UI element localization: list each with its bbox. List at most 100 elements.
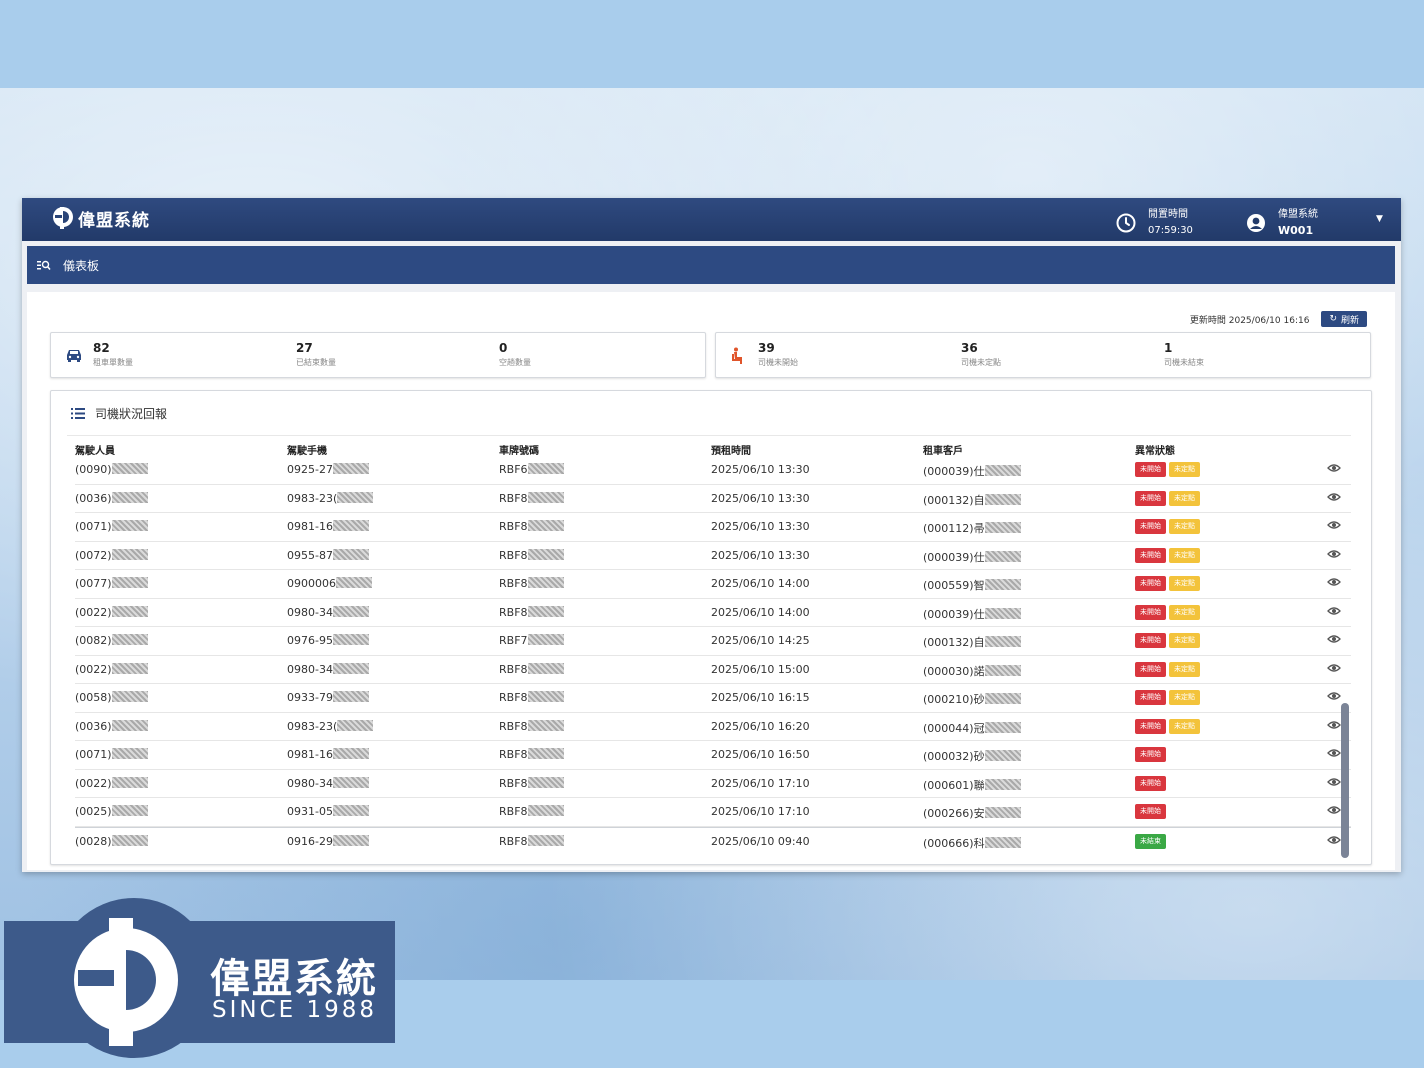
redacted-blur (111, 520, 148, 531)
redacted-blur (984, 522, 1021, 533)
eye-icon[interactable] (1327, 748, 1341, 761)
table-row[interactable]: (0090) 0925-27 RBF6 2025/06/10 13:30 (000039… (75, 456, 1351, 485)
column-header[interactable]: 預租時間 (711, 442, 751, 457)
eye-icon[interactable] (1327, 805, 1341, 818)
column-header[interactable]: 駕駛手機 (287, 442, 327, 457)
status-badge: 未定點 (1169, 690, 1200, 705)
eye-icon[interactable] (1327, 463, 1341, 476)
customer-cell-text: (000032)砂 (923, 750, 985, 763)
table-row[interactable]: (0072) 0955-87 RBF8 2025/06/10 13:30 (000039… (75, 542, 1351, 570)
redacted-blur (111, 834, 148, 846)
time-cell: 2025/06/10 13:30 (711, 549, 810, 562)
status-badge: 未結束 (1135, 833, 1166, 849)
redacted-blur (111, 719, 148, 731)
status-cell: 未開始 未定點 (1135, 689, 1203, 705)
driver-cell-text: (0077) (75, 577, 112, 590)
status-cell: 未開始 未定點 (1135, 575, 1203, 591)
status-cell: 未結束 (1135, 833, 1169, 849)
brand[interactable]: 偉盟系統 (52, 205, 150, 231)
redacted-blur (527, 748, 564, 759)
plate-cell: RBF8 (499, 834, 564, 848)
stat-driver-not-located: 36 司機未定點 (961, 341, 1001, 367)
eye-icon[interactable] (1327, 777, 1341, 790)
redacted-blur (527, 834, 564, 846)
redacted-blur (332, 520, 369, 531)
user-avatar-icon (1247, 214, 1265, 232)
table-row[interactable]: (0071) 0981-16 RBF8 2025/06/10 13:30 (000112… (75, 513, 1351, 542)
brand-name: 偉盟系統 (78, 210, 150, 231)
plate-cell: RBF6 (499, 463, 564, 476)
chevron-down-icon[interactable]: ▼ (1376, 214, 1383, 224)
plate-cell: RBF8 (499, 577, 564, 590)
redacted-blur (111, 605, 148, 617)
eye-icon[interactable] (1327, 835, 1341, 848)
plate-cell-text: RBF8 (499, 834, 528, 848)
driver-cell: (0058) (75, 691, 148, 704)
company-logo-icon (74, 918, 178, 1046)
phone-cell: 0983-23( (287, 719, 374, 733)
column-header[interactable]: 駕駛人員 (75, 442, 115, 457)
eye-icon[interactable] (1327, 663, 1341, 676)
column-header[interactable]: 異常狀態 (1135, 442, 1175, 457)
time-cell-text: 2025/06/10 16:15 (711, 691, 810, 704)
table-row[interactable]: (0025) 0931-05 RBF8 2025/06/10 17:10 (000266… (75, 798, 1351, 827)
time-cell: 2025/06/10 16:20 (711, 720, 810, 733)
time-cell-text: 2025/06/10 15:00 (711, 662, 810, 676)
table-header: 駕駛人員 駕駛手機 車牌號碼 預租時間 租車客戶 異常狀態 (75, 442, 1355, 457)
table-row[interactable]: (0022) 0980-34 RBF8 2025/06/10 14:00 (000039… (75, 599, 1351, 627)
plate-cell: RBF8 (499, 605, 564, 619)
plate-cell: RBF8 (499, 691, 564, 704)
time-cell-text: 2025/06/10 09:40 (711, 834, 810, 848)
table-row[interactable]: (0022) 0980-34 RBF8 2025/06/10 15:00 (000030… (75, 656, 1351, 684)
column-header[interactable]: 車牌號碼 (499, 442, 539, 457)
time-cell: 2025/06/10 13:30 (711, 492, 810, 505)
customer-cell: (000132)自 (923, 634, 1021, 650)
status-cell: 未開始 未定點 (1135, 632, 1203, 648)
eye-icon[interactable] (1327, 634, 1341, 647)
eye-icon[interactable] (1327, 577, 1341, 590)
customer-cell-text: (000039)仕 (923, 607, 985, 621)
table-row[interactable]: (0028) 0916-29 RBF8 2025/06/10 09:40 (000666… (75, 826, 1351, 856)
status-cell: 未開始 未定點 (1135, 718, 1203, 734)
vehicle-stats-card: 82 租車單數量 27 已結束數量 0 空趟數量 (50, 332, 706, 378)
eye-icon[interactable] (1327, 691, 1341, 704)
refresh-button[interactable]: ↻ 刷新 (1321, 311, 1367, 327)
table-row[interactable]: (0036) 0983-23(RBF8 2025/06/10 16:20 (00004… (75, 713, 1351, 741)
status-badge: 未開始 (1135, 690, 1166, 705)
column-header[interactable]: 租車客戶 (923, 442, 963, 457)
table-row[interactable]: (0022) 0980-34 RBF8 2025/06/10 17:10 (000601… (75, 770, 1351, 798)
time-cell-text: 2025/06/10 13:30 (711, 491, 810, 505)
table-row[interactable]: (0058) 0933-79 RBF8 2025/06/10 16:15 (000210… (75, 684, 1351, 713)
eye-icon[interactable] (1327, 549, 1341, 562)
driver-cell: (0071) (75, 520, 148, 533)
eye-icon[interactable] (1327, 720, 1341, 733)
driver-cell: (0022) (75, 605, 148, 619)
update-time: 更新時間 2025/06/10 16:16 (1189, 315, 1310, 326)
eye-icon[interactable] (1327, 520, 1341, 533)
time-cell: 2025/06/10 13:30 (711, 463, 810, 476)
redacted-blur (527, 776, 564, 788)
plate-cell: RBF7 (499, 634, 564, 647)
driver-cell-text: (0022) (75, 662, 112, 676)
status-badge: 未開始 (1135, 747, 1166, 762)
status-cell: 未開始 (1135, 775, 1169, 791)
table-row[interactable]: (0071) 0981-16 RBF8 2025/06/10 16:50 (000032… (75, 741, 1351, 770)
customer-cell: (000032)砂 (923, 748, 1021, 764)
plate-cell: RBF8 (499, 748, 564, 761)
redacted-blur (332, 805, 369, 816)
time-cell-text: 2025/06/10 17:10 (711, 805, 810, 818)
redacted-blur (527, 634, 564, 645)
status-badge: 未定點 (1169, 519, 1200, 534)
eye-icon[interactable] (1327, 606, 1341, 619)
customer-cell: (000039)仕 (923, 463, 1021, 479)
time-cell-text: 2025/06/10 14:25 (711, 634, 810, 647)
driver-stats-card: 39 司機未開始 36 司機未定點 1 司機未結束 (715, 332, 1371, 378)
table-row[interactable]: (0077) 0900006 RBF8 2025/06/10 14:00 (000559… (75, 570, 1351, 599)
time-cell-text: 2025/06/10 14:00 (711, 605, 810, 619)
scrollbar[interactable] (1341, 703, 1349, 858)
table-row[interactable]: (0036) 0983-23(RBF8 2025/06/10 13:30 (00013… (75, 485, 1351, 513)
eye-icon[interactable] (1327, 492, 1341, 505)
redacted-blur (527, 548, 564, 560)
table-row[interactable]: (0082) 0976-95 RBF7 2025/06/10 14:25 (000132… (75, 627, 1351, 656)
user-menu[interactable]: 偉盟系統 W001 (1246, 207, 1318, 239)
